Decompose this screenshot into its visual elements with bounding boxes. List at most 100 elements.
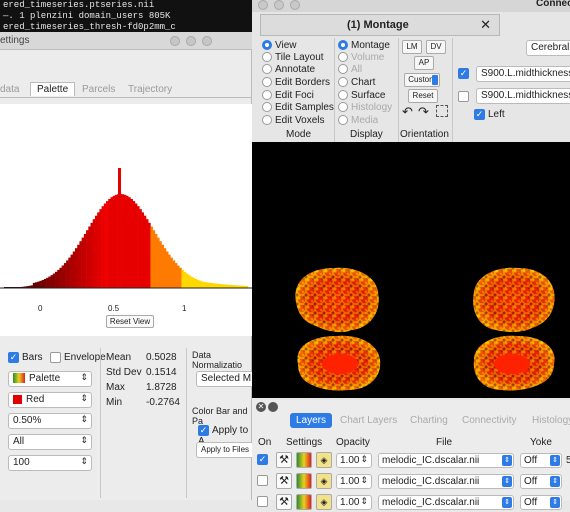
column-file: File: [436, 437, 453, 448]
info-icon[interactable]: ◈: [316, 494, 332, 510]
montage-titlebar[interactable]: Connect: [252, 0, 570, 12]
display-histology-radio[interactable]: Histology: [338, 102, 392, 113]
palette-icon[interactable]: [296, 473, 312, 489]
bars-checkbox[interactable]: ✓ Bars: [8, 352, 43, 363]
close-panel-icon[interactable]: ✕: [256, 402, 266, 412]
close-icon[interactable]: ✕: [480, 17, 491, 33]
opacity-spinbox[interactable]: 1.00 ⇕: [336, 495, 372, 510]
percent-spinbox[interactable]: 0.50% ⇕: [8, 413, 92, 429]
window-control-icon[interactable]: [170, 36, 180, 46]
wrench-icon[interactable]: ⚒: [276, 452, 292, 468]
surface2-checkbox[interactable]: [458, 91, 472, 102]
yoke-select[interactable]: Off ⇕: [520, 474, 562, 489]
file-select[interactable]: melodic_IC.dscalar.nii ⇕: [378, 453, 514, 468]
column-settings: Settings: [286, 437, 323, 448]
window-control-icon[interactable]: [202, 36, 212, 46]
bins-spinbox[interactable]: 100 ⇕: [8, 455, 92, 471]
chevron-updown-icon: ⇕: [80, 435, 88, 445]
tab-histology[interactable]: Histology: [532, 415, 570, 426]
file-select[interactable]: melodic_IC.dscalar.nii ⇕: [378, 474, 514, 489]
layer-on-checkbox[interactable]: ✓: [257, 454, 271, 465]
tab-trajectory[interactable]: Trajectory: [128, 84, 172, 95]
window-minimize-icon[interactable]: [274, 0, 284, 10]
palette-icon[interactable]: [296, 452, 312, 468]
wrench-icon[interactable]: ⚒: [276, 473, 292, 489]
float-panel-icon[interactable]: [268, 402, 278, 412]
display-media-radio[interactable]: Media: [338, 115, 378, 126]
color-select[interactable]: Red ⇕: [8, 392, 92, 408]
display-surface-radio[interactable]: Surface: [338, 90, 385, 101]
mode-view-radio[interactable]: View: [262, 40, 297, 51]
chevron-updown-icon: ⇕: [80, 414, 88, 424]
check-icon: ✓: [474, 109, 485, 120]
structure-select[interactable]: Cerebral: [526, 40, 570, 56]
lm-button[interactable]: LM: [402, 40, 422, 54]
layer-on-checkbox[interactable]: [257, 496, 271, 507]
display-chart-radio[interactable]: Chart: [338, 77, 375, 88]
tab-layers[interactable]: Layers: [290, 413, 333, 428]
palette-icon[interactable]: [296, 494, 312, 510]
window-zoom-icon[interactable]: [290, 0, 300, 10]
radio-icon: [338, 90, 348, 101]
yoke-select[interactable]: Off ⇕: [520, 453, 562, 468]
histogram-bar: [194, 278, 198, 288]
rotate-left-icon[interactable]: ↶: [402, 104, 413, 120]
mode-annotate-radio[interactable]: Annotate: [262, 64, 315, 75]
histogram-bar: [154, 233, 158, 288]
histogram-bar: [165, 251, 169, 288]
histogram-bar: [181, 269, 184, 288]
tab-palette[interactable]: Palette: [30, 82, 76, 96]
rotate-right-icon[interactable]: ↷: [418, 104, 429, 120]
normalization-select[interactable]: Selected M: [196, 371, 256, 387]
mode-edit-borders-radio[interactable]: Edit Borders: [262, 77, 330, 88]
left-checkbox[interactable]: ✓ Left: [474, 109, 505, 120]
palette-select[interactable]: Palette ⇕: [8, 371, 92, 387]
reset-view-button[interactable]: Reset View: [106, 315, 154, 328]
opacity-spinbox[interactable]: 1.00 ⇕: [336, 474, 372, 489]
mode-label: Annotate: [275, 64, 316, 75]
tab-connectivity[interactable]: Connectivity: [462, 415, 516, 426]
max-label: Max: [106, 382, 125, 393]
display-volume-radio[interactable]: Volume: [338, 52, 384, 63]
apply-to-files-button[interactable]: Apply to Files: [196, 442, 256, 458]
info-icon[interactable]: ◈: [316, 452, 332, 468]
settings-titlebar[interactable]: ettings: [0, 32, 252, 50]
dv-button[interactable]: DV: [426, 40, 446, 54]
surface1-checkbox[interactable]: ✓: [458, 68, 472, 79]
divider: [452, 38, 453, 142]
mode-edit-foci-radio[interactable]: Edit Foci: [262, 90, 314, 101]
wrench-icon[interactable]: ⚒: [276, 494, 292, 510]
display-all-radio[interactable]: All: [338, 64, 362, 75]
checkbox-icon: [257, 475, 268, 486]
layer-on-checkbox[interactable]: [257, 475, 271, 486]
tab-data[interactable]: data: [0, 84, 19, 95]
histogram-bar: [205, 282, 209, 288]
mode-edit-voxels-radio[interactable]: Edit Voxels: [262, 115, 324, 126]
mode-tile-layout-radio[interactable]: Tile Layout: [262, 52, 324, 63]
range-select[interactable]: All ⇕: [8, 434, 92, 450]
file-select[interactable]: melodic_IC.dscalar.nii ⇕: [378, 495, 514, 510]
tab-charting[interactable]: Charting: [410, 415, 448, 426]
mode-edit-samples-radio[interactable]: Edit Samples: [262, 102, 334, 113]
yoke-select[interactable]: Off ⇕: [520, 495, 562, 510]
tab-parcels[interactable]: Parcels: [82, 84, 115, 95]
custom-button[interactable]: Custom: [404, 73, 440, 87]
tab-chart-layers[interactable]: Chart Layers: [340, 415, 397, 426]
histogram-bar: [61, 265, 65, 288]
select-region-icon[interactable]: [436, 105, 448, 117]
montage-tab[interactable]: (1) Montage ✕: [260, 14, 500, 36]
histogram-bar: [48, 276, 51, 288]
window-control-icon[interactable]: [186, 36, 196, 46]
reset-orientation-button[interactable]: Reset: [408, 89, 438, 103]
brain-viewer[interactable]: [252, 142, 570, 398]
surface2-select[interactable]: S900.L.midthickness_: [476, 88, 570, 104]
surface1-select[interactable]: S900.L.midthickness_: [476, 66, 570, 82]
envelope-checkbox[interactable]: Envelope: [50, 352, 106, 363]
ap-button[interactable]: AP: [414, 56, 434, 70]
chevron-updown-icon: ⇕: [80, 372, 88, 382]
opacity-spinbox[interactable]: 1.00 ⇕: [336, 453, 372, 468]
display-montage-radio[interactable]: Montage: [338, 40, 390, 51]
window-close-icon[interactable]: [258, 0, 268, 10]
chevron-updown-icon: ⇕: [550, 476, 560, 487]
info-icon[interactable]: ◈: [316, 473, 332, 489]
